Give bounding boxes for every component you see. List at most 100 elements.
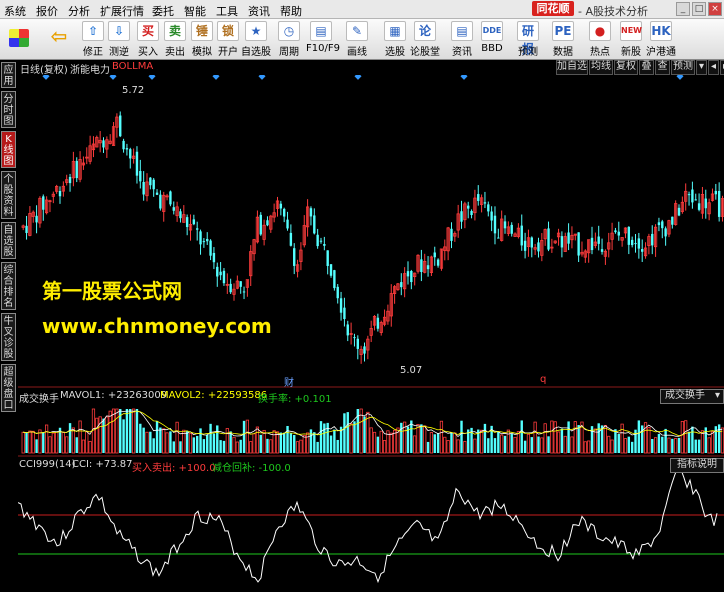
chevron-right-icon[interactable]: ▸ xyxy=(720,60,724,75)
toolbar-button-10[interactable]: ▦ 选股 xyxy=(380,21,410,58)
turnover-label: 换手率: +0.101 xyxy=(258,394,332,405)
volume-bar xyxy=(61,431,65,454)
menu-news[interactable]: 资讯 xyxy=(248,3,270,19)
volume-bar xyxy=(222,440,226,453)
volume-bar xyxy=(533,421,537,454)
toolbar-button-17[interactable]: NEW 新股 xyxy=(616,21,646,58)
volume-bar xyxy=(169,431,172,453)
volume-bar xyxy=(25,432,28,453)
toolbar-icon-13: DDE xyxy=(481,21,503,41)
toolbar-button-12[interactable]: ▤ 资讯 xyxy=(447,21,477,58)
sidebar-tab-6[interactable]: 牛叉诊股 xyxy=(1,313,16,361)
volume-indicator-dropdown[interactable]: 成交换手 ▾ xyxy=(660,389,724,404)
toolbar-label-9: 画线 xyxy=(347,47,367,58)
sidebar-tab-3[interactable]: 个股资料 xyxy=(1,171,16,219)
volume-bar xyxy=(336,439,339,453)
toolbar-button-9[interactable]: ✎ 画线 xyxy=(342,21,372,58)
toolbar-button-2[interactable]: 买买入 xyxy=(133,21,163,58)
toolbar-button-7[interactable]: ◷ 周期 xyxy=(274,21,304,58)
menu-extended-quote[interactable]: 扩展行情 xyxy=(100,3,144,19)
toolbar-button-18[interactable]: HK 沪港通 xyxy=(646,21,676,58)
toolbar-button-6[interactable]: ★ 自选股 xyxy=(241,21,271,58)
candle-body xyxy=(309,208,313,217)
maximize-icon[interactable]: □ xyxy=(692,2,706,16)
candle-body xyxy=(346,324,349,336)
volume-bar xyxy=(159,427,162,453)
ma-button[interactable]: 均线 xyxy=(589,60,613,75)
toolbar-button-3[interactable]: 卖卖出 xyxy=(160,21,190,58)
toolbar-button-16[interactable]: ● 热点 xyxy=(585,21,615,58)
sidebar-tab-1[interactable]: 分时图 xyxy=(1,91,16,128)
volume-bar xyxy=(71,427,75,454)
toolbar-button-5[interactable]: 锁开户 xyxy=(213,21,243,58)
candle-body xyxy=(229,283,232,293)
forecast-button[interactable]: 预测 xyxy=(671,60,695,75)
indicator-name[interactable]: BOLLMA xyxy=(112,61,153,72)
toolbar-button-15[interactable]: PE 数据 xyxy=(548,21,578,58)
volume-bar xyxy=(195,435,199,453)
cci-line xyxy=(18,466,718,584)
toolbar-button-1[interactable]: ⇩ 测逆 xyxy=(104,21,134,58)
close-icon[interactable]: × xyxy=(708,2,722,16)
candle-body xyxy=(35,215,38,223)
volume-bar xyxy=(667,437,671,454)
volume-bar xyxy=(108,410,112,454)
menu-smart[interactable]: 智能 xyxy=(184,3,206,19)
financial-report-marker[interactable]: 财 xyxy=(284,374,294,389)
toolbar-button-14[interactable]: 研报 预测 xyxy=(513,21,543,58)
toolbar-button-8[interactable]: ▤ F10/F9 xyxy=(306,21,340,57)
volume-bar xyxy=(219,440,222,453)
sidebar-tab-2[interactable]: K线图 xyxy=(1,131,16,168)
menu-help[interactable]: 帮助 xyxy=(280,3,302,19)
period-label[interactable]: 日线(复权) xyxy=(20,61,68,76)
sidebar-tab-4[interactable]: 自选股 xyxy=(1,222,16,259)
candle-body xyxy=(567,232,570,244)
menu-system[interactable]: 系统 xyxy=(4,3,26,19)
candle-body xyxy=(661,221,664,229)
volume-bar xyxy=(570,436,574,454)
adjust-button[interactable]: 复权 xyxy=(614,60,638,75)
volume-bar xyxy=(229,431,232,453)
sidebar-tab-7[interactable]: 超级盘口 xyxy=(1,364,16,412)
toolbar-button-13[interactable]: DDE BBD xyxy=(477,21,507,57)
candle-body xyxy=(634,243,637,245)
volume-bar xyxy=(560,428,564,453)
chevron-down-icon[interactable]: ▾ xyxy=(696,60,707,75)
sidebar-tab-5[interactable]: 综合排名 xyxy=(1,262,16,310)
layout-button[interactable] xyxy=(8,21,30,57)
event-diamond xyxy=(676,75,684,80)
volume-bar xyxy=(155,420,159,453)
menu-tools[interactable]: 工具 xyxy=(216,3,238,19)
volume-bar xyxy=(235,441,239,454)
add-favorite-button[interactable]: 加自选 xyxy=(556,60,588,75)
volume-bar xyxy=(577,425,580,453)
menu-order[interactable]: 委托 xyxy=(152,3,174,19)
event-marker[interactable]: q xyxy=(540,374,546,385)
candle-body xyxy=(671,216,674,225)
minimize-icon[interactable]: _ xyxy=(676,2,690,16)
back-button[interactable]: ⇦ xyxy=(48,21,70,57)
menu-quote[interactable]: 报价 xyxy=(36,3,58,19)
volume-bar xyxy=(102,418,105,453)
toolbar-button-11[interactable]: 论论股堂 xyxy=(410,21,440,58)
candle-body xyxy=(537,242,540,252)
toolbar-label-8: F10/F9 xyxy=(306,43,340,54)
query-button[interactable]: 查 xyxy=(655,60,670,75)
volume-bar xyxy=(603,424,607,454)
sidebar-tab-0[interactable]: 应用 xyxy=(1,62,16,88)
volume-bar xyxy=(653,437,658,454)
overlay-button[interactable]: 叠 xyxy=(639,60,654,75)
volume-bar xyxy=(333,429,336,453)
cci-indicator-name: CCI999(14) xyxy=(19,459,76,470)
chevron-left-icon[interactable]: ◂ xyxy=(708,60,719,75)
volume-bar xyxy=(369,427,373,454)
volume-bar xyxy=(413,435,417,454)
volume-bar xyxy=(28,430,32,454)
volume-bar xyxy=(302,434,306,454)
indicator-help-button[interactable]: 指标说明 xyxy=(670,458,724,473)
candle-body xyxy=(597,236,600,244)
chevron-down-icon: ▾ xyxy=(714,390,720,401)
candle-body xyxy=(617,231,620,236)
toolbar-icon-0: ⇧ xyxy=(82,21,104,41)
menu-analysis[interactable]: 分析 xyxy=(68,3,90,19)
